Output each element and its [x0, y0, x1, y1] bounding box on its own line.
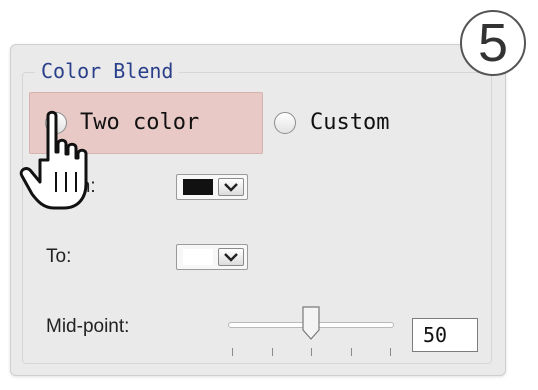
slider-tick [232, 348, 233, 356]
from-color-picker[interactable] [176, 174, 248, 200]
midpoint-value-input[interactable]: 50 [412, 318, 478, 352]
two-color-label: Two color [80, 110, 200, 135]
slider-tick [351, 348, 352, 356]
midpoint-label: Mid-point: [46, 316, 130, 337]
slider-tick [390, 348, 391, 356]
to-label: To: [46, 246, 72, 267]
hand-pointer-icon [18, 110, 96, 214]
slider-tick [311, 348, 312, 356]
slider-tick [272, 348, 273, 356]
chevron-down-icon[interactable] [218, 248, 244, 266]
to-color-swatch [183, 249, 213, 265]
midpoint-slider-thumb[interactable] [302, 306, 320, 340]
step-number-badge: 5 [460, 10, 526, 76]
custom-label: Custom [310, 110, 390, 135]
from-color-swatch [183, 179, 213, 195]
custom-radio[interactable] [274, 112, 296, 134]
to-color-picker[interactable] [176, 244, 248, 270]
chevron-down-icon[interactable] [218, 178, 244, 196]
group-title: Color Blend [35, 56, 180, 86]
